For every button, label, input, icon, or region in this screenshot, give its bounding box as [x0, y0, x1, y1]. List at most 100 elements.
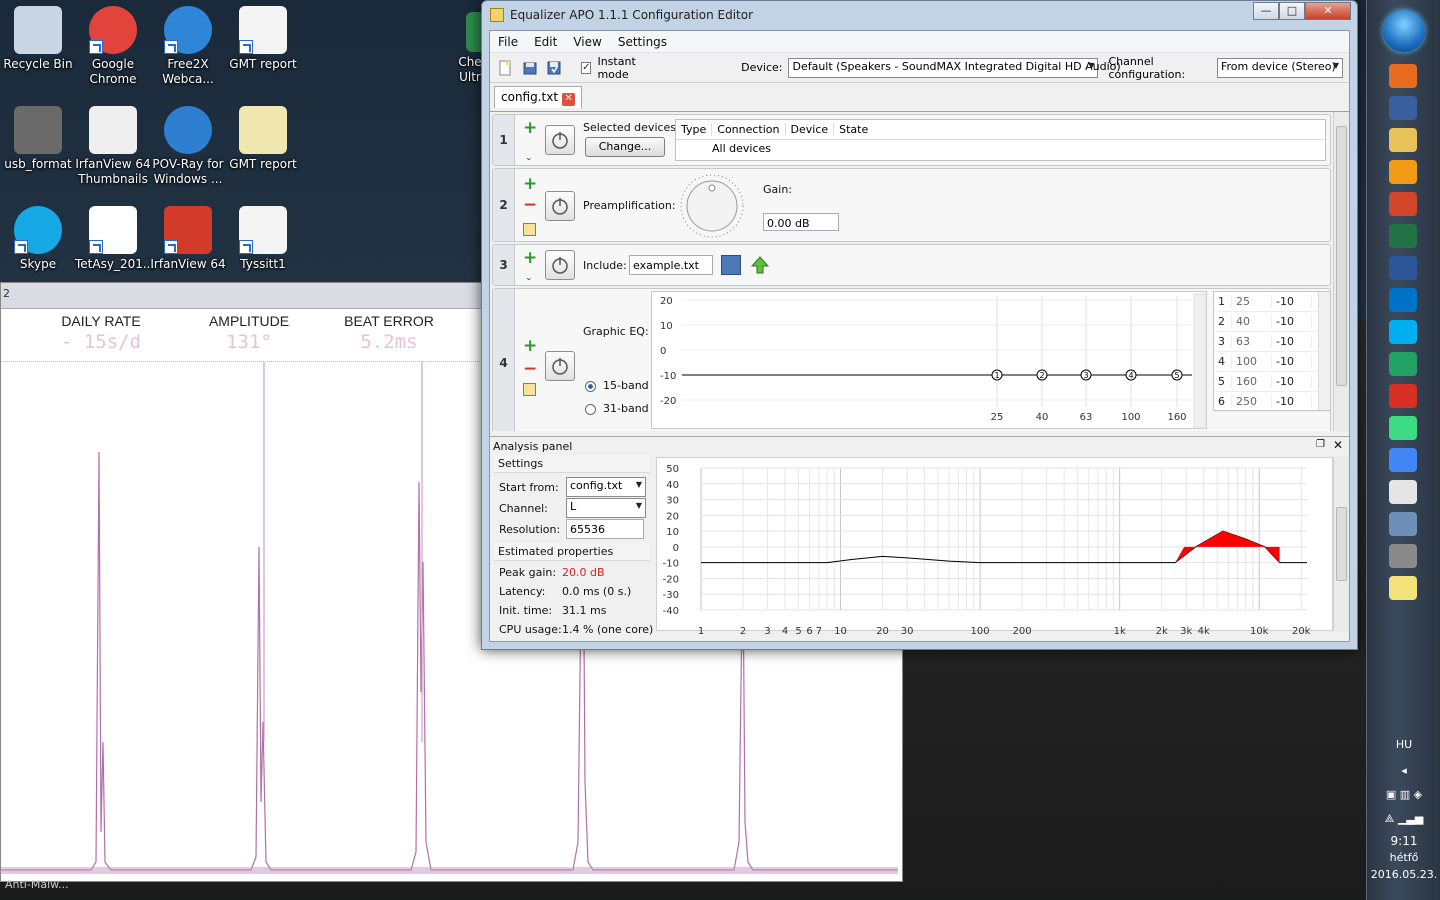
- desktop-icon[interactable]: usb_format: [0, 106, 76, 172]
- save-file-button[interactable]: [545, 57, 563, 79]
- firefox-icon[interactable]: [1389, 64, 1417, 88]
- start-button[interactable]: [1383, 10, 1425, 52]
- clock-time[interactable]: 9:11: [1367, 834, 1440, 848]
- excel-icon[interactable]: [1389, 224, 1417, 248]
- grid-icon[interactable]: [1389, 480, 1417, 504]
- network-volume-icons[interactable]: ⟁ ▁▃▅: [1367, 812, 1440, 826]
- new-file-button[interactable]: [496, 57, 514, 79]
- clock-date: 2016.05.23.: [1370, 868, 1438, 881]
- band-row[interactable]: 4 100 -10: [1214, 352, 1330, 372]
- add-filter-icon[interactable]: +: [523, 250, 537, 267]
- power-toggle-button[interactable]: [545, 351, 575, 381]
- power-toggle-button[interactable]: [545, 125, 575, 155]
- float-panel-icon[interactable]: ❐: [1316, 439, 1325, 450]
- minimize-button[interactable]: —: [1253, 2, 1279, 20]
- col-state[interactable]: State: [834, 123, 873, 136]
- desktop-icon[interactable]: POV-Ray for Windows ...: [150, 106, 226, 187]
- add-filter-icon[interactable]: +: [523, 338, 537, 355]
- open-include-icon[interactable]: [721, 255, 741, 275]
- close-button[interactable]: ✕: [1305, 2, 1351, 20]
- change-devices-button[interactable]: Change...: [585, 137, 665, 157]
- devices-row[interactable]: All devices: [676, 140, 1325, 155]
- chrome-icon[interactable]: [1389, 448, 1417, 472]
- menu-view[interactable]: View: [565, 35, 609, 49]
- channel-config-select[interactable]: From device (Stereo): [1217, 57, 1343, 78]
- edit-filter-icon[interactable]: [523, 383, 536, 396]
- channel-select[interactable]: L: [566, 498, 646, 518]
- device-select[interactable]: Default (Speakers - SoundMAX Integrated …: [788, 57, 1121, 78]
- analysis-scroll-thumb[interactable]: [1336, 507, 1347, 581]
- desktop-icon[interactable]: Skype: [0, 206, 76, 272]
- start-from-select[interactable]: config.txt: [566, 477, 646, 497]
- desktop-icon-label: usb_format: [4, 157, 72, 171]
- chevron-down-icon[interactable]: ⌄: [525, 273, 533, 283]
- word-icon[interactable]: [1389, 256, 1417, 280]
- outlook-icon[interactable]: [1389, 288, 1417, 312]
- edit-filter-icon[interactable]: [523, 223, 536, 236]
- gain-knob[interactable]: [679, 173, 745, 239]
- language-indicator[interactable]: HU: [1367, 738, 1440, 751]
- remove-filter-icon[interactable]: −: [523, 361, 537, 378]
- upload-arrow-icon[interactable]: [750, 255, 770, 275]
- panels-scrollbar[interactable]: [1333, 112, 1349, 431]
- menu-edit[interactable]: Edit: [526, 35, 565, 49]
- graphic-eq-plot[interactable]: 20 10 0 -10 -20 25 40 63 100 160 1 2 3 4 5: [651, 291, 1207, 429]
- gain-input[interactable]: 0.00 dB: [763, 213, 839, 231]
- band-row[interactable]: 3 63 -10: [1214, 332, 1330, 352]
- band-row[interactable]: 6 250 -10: [1214, 392, 1330, 412]
- tab-config-txt[interactable]: config.txt ✕: [494, 86, 583, 108]
- radio-15-band[interactable]: [585, 381, 596, 392]
- desktop-icon[interactable]: Google Chrome: [75, 6, 151, 87]
- band-row[interactable]: 2 40 -10: [1214, 312, 1330, 332]
- skype-icon[interactable]: [1389, 320, 1417, 344]
- instant-mode-checkbox[interactable]: ✓: [581, 61, 592, 74]
- save-icon[interactable]: [1389, 96, 1417, 120]
- remove-filter-icon[interactable]: −: [523, 197, 537, 214]
- calculator-icon[interactable]: [1389, 512, 1417, 536]
- resolution-spinbox[interactable]: 65536: [566, 519, 644, 539]
- desktop-icon[interactable]: Tyssitt1: [225, 206, 301, 272]
- add-filter-icon[interactable]: +: [523, 120, 537, 137]
- power-toggle-button[interactable]: [545, 191, 575, 221]
- android-icon[interactable]: [1389, 416, 1417, 440]
- desktop-icon[interactable]: Free2X Webca...: [150, 6, 226, 87]
- col-type[interactable]: Type: [676, 123, 713, 136]
- analysis-scrollbar[interactable]: [1333, 457, 1349, 631]
- include-file-input[interactable]: example.txt: [629, 255, 713, 275]
- eq-node-label: 2: [1039, 371, 1044, 380]
- desktop-icon[interactable]: IrfanView 64: [150, 206, 226, 272]
- band-row[interactable]: 5 160 -10: [1214, 372, 1330, 392]
- col-connection[interactable]: Connection: [712, 123, 786, 136]
- window-title-bar[interactable]: Equalizer APO 1.1.1 Configuration Editor: [482, 1, 1357, 29]
- panels-scroll-thumb[interactable]: [1336, 126, 1347, 386]
- tools-icon[interactable]: [1389, 544, 1417, 568]
- gmail-icon[interactable]: [1389, 384, 1417, 408]
- media-player-icon[interactable]: [1389, 160, 1417, 184]
- band-row[interactable]: 1 25 -10: [1214, 292, 1330, 312]
- desktop-icon[interactable]: GMT report: [225, 106, 301, 172]
- close-tab-icon[interactable]: ✕: [562, 93, 576, 106]
- desktop-icon[interactable]: TetAsy_201...: [75, 206, 154, 272]
- app-icon[interactable]: [1389, 352, 1417, 376]
- add-filter-icon[interactable]: +: [523, 176, 537, 193]
- powerpoint-icon[interactable]: [1389, 192, 1417, 216]
- frequency-response-graph[interactable]: 50 40 30 20 10 0 -10 -20 -30 -40 1 2 3 4 5 6 7 10 20 30 100 2…: [656, 457, 1333, 637]
- shortcut-arrow-icon: [239, 240, 253, 254]
- folder-icon[interactable]: [1389, 128, 1417, 152]
- band-table-scrollbar[interactable]: [1318, 292, 1330, 410]
- maximize-button[interactable]: □: [1279, 2, 1305, 20]
- notepad-icon[interactable]: [1389, 576, 1417, 600]
- radio-31-band[interactable]: [585, 404, 596, 415]
- open-file-button[interactable]: [520, 57, 538, 79]
- menu-settings[interactable]: Settings: [610, 35, 675, 49]
- show-hidden-icons-chevron-icon[interactable]: ◂: [1367, 764, 1440, 777]
- close-panel-icon[interactable]: ✕: [1333, 438, 1343, 452]
- desktop-icon[interactable]: IrfanView 64 Thumbnails: [75, 106, 151, 187]
- desktop-icon[interactable]: GMT report: [225, 6, 301, 72]
- desktop-icon[interactable]: Recycle Bin: [0, 6, 76, 72]
- col-device[interactable]: Device: [786, 123, 835, 136]
- menu-file[interactable]: File: [490, 35, 526, 49]
- power-toggle-button[interactable]: [545, 250, 575, 280]
- chevron-down-icon[interactable]: ⌄: [525, 153, 533, 163]
- band-table: 1 25 -10 2 40 -10 3 63 -10 4 100 -10 5 160 -10 6 250 -10: [1213, 291, 1331, 412]
